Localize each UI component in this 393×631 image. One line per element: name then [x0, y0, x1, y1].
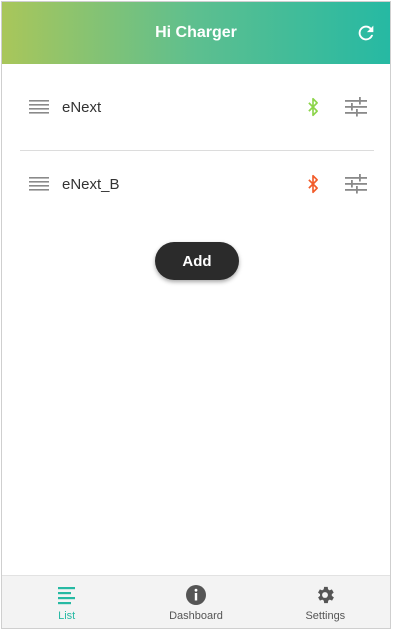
device-list: eNext eNext_B	[2, 64, 390, 218]
info-icon	[185, 584, 207, 606]
bluetooth-icon	[304, 96, 322, 118]
settings-sliders-icon[interactable]	[345, 96, 367, 118]
list-item[interactable]: eNext	[2, 64, 390, 150]
list-divider	[20, 150, 374, 151]
tab-dashboard[interactable]: Dashboard	[131, 576, 260, 628]
tab-list[interactable]: List	[2, 576, 131, 628]
refresh-icon[interactable]	[354, 21, 378, 45]
app-header: Hi Charger	[2, 2, 390, 64]
drag-handle-icon[interactable]	[29, 99, 49, 115]
tab-label: Settings	[305, 610, 346, 622]
add-button[interactable]: Add	[155, 242, 239, 280]
tab-label: Dashboard	[169, 610, 223, 622]
device-name: eNext	[62, 98, 102, 116]
gear-icon	[314, 584, 336, 606]
app-frame: Hi Charger eNext eNext_B Add List Dashbo…	[1, 1, 391, 629]
page-title: Hi Charger	[155, 24, 237, 41]
bottom-tab-bar: List Dashboard Settings	[2, 575, 390, 628]
device-name: eNext_B	[62, 175, 120, 193]
drag-handle-icon[interactable]	[29, 176, 49, 192]
bluetooth-icon	[304, 173, 322, 195]
list-item[interactable]: eNext_B	[2, 150, 390, 218]
tab-label: List	[58, 610, 76, 622]
settings-sliders-icon[interactable]	[345, 173, 367, 195]
tab-settings[interactable]: Settings	[261, 576, 390, 628]
list-icon	[56, 584, 78, 606]
